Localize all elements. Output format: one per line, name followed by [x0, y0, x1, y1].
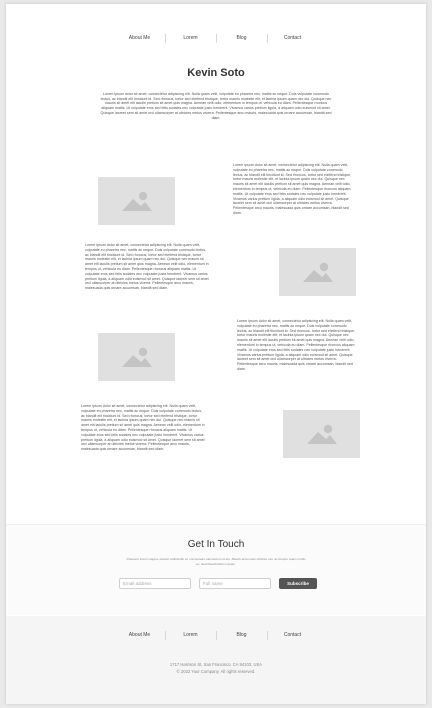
image-placeholder [279, 248, 356, 296]
footer-link-blog[interactable]: Blog [215, 631, 267, 640]
image-placeholder-icon [121, 191, 152, 211]
footer-link-contact[interactable]: Contact [266, 631, 318, 640]
contact-section: Get In Touch Praesent lorem magna, laore… [6, 524, 426, 615]
subscribe-button[interactable]: Subscribe [279, 578, 317, 589]
image-placeholder-icon [302, 262, 333, 282]
section-text: Lorem ipsum dolor sit amet, consectetur … [85, 243, 209, 291]
contact-title: Get In Touch [187, 539, 245, 550]
footer-link-lorem[interactable]: Lorem [164, 631, 216, 640]
contact-text: Praesent lorem magna, laoreet sollicitud… [126, 557, 306, 566]
nav-link-lorem[interactable]: Lorem [164, 34, 216, 43]
nav-link-about[interactable]: About Me [115, 34, 165, 43]
section-text: Lorem ipsum dolor sit amet, consectetur … [81, 404, 205, 452]
nav-link-contact[interactable]: Contact [266, 34, 318, 43]
section-text: Lorem ipsum dolor sit amet, consectetur … [233, 163, 352, 215]
image-placeholder-icon [121, 347, 152, 367]
footer-nav: About Me Lorem Blog Contact [6, 631, 426, 640]
nav-link-blog[interactable]: Blog [215, 34, 267, 43]
image-placeholder [283, 410, 360, 458]
footer: About Me Lorem Blog Contact 1717 Harriso… [6, 616, 426, 704]
top-nav: About Me Lorem Blog Contact [6, 34, 426, 43]
full-name-field[interactable] [199, 578, 271, 589]
footer-info: 1717 Harrison St, San Francisco, CA 9410… [6, 662, 426, 675]
footer-link-about[interactable]: About Me [115, 631, 165, 640]
page: About Me Lorem Blog Contact Kevin Soto L… [6, 4, 426, 704]
section-text: Lorem ipsum dolor sit amet, consectetur … [237, 319, 356, 371]
image-placeholder [98, 177, 175, 225]
image-placeholder-icon [306, 424, 337, 444]
footer-copyright: © 2022 Your Company. All rights reserved… [176, 668, 256, 674]
hero-text: Lorem ipsum dolor sit amet, consectetur … [100, 92, 332, 120]
page-title: Kevin Soto [187, 67, 245, 79]
email-field[interactable] [119, 578, 191, 589]
image-placeholder [98, 333, 175, 381]
